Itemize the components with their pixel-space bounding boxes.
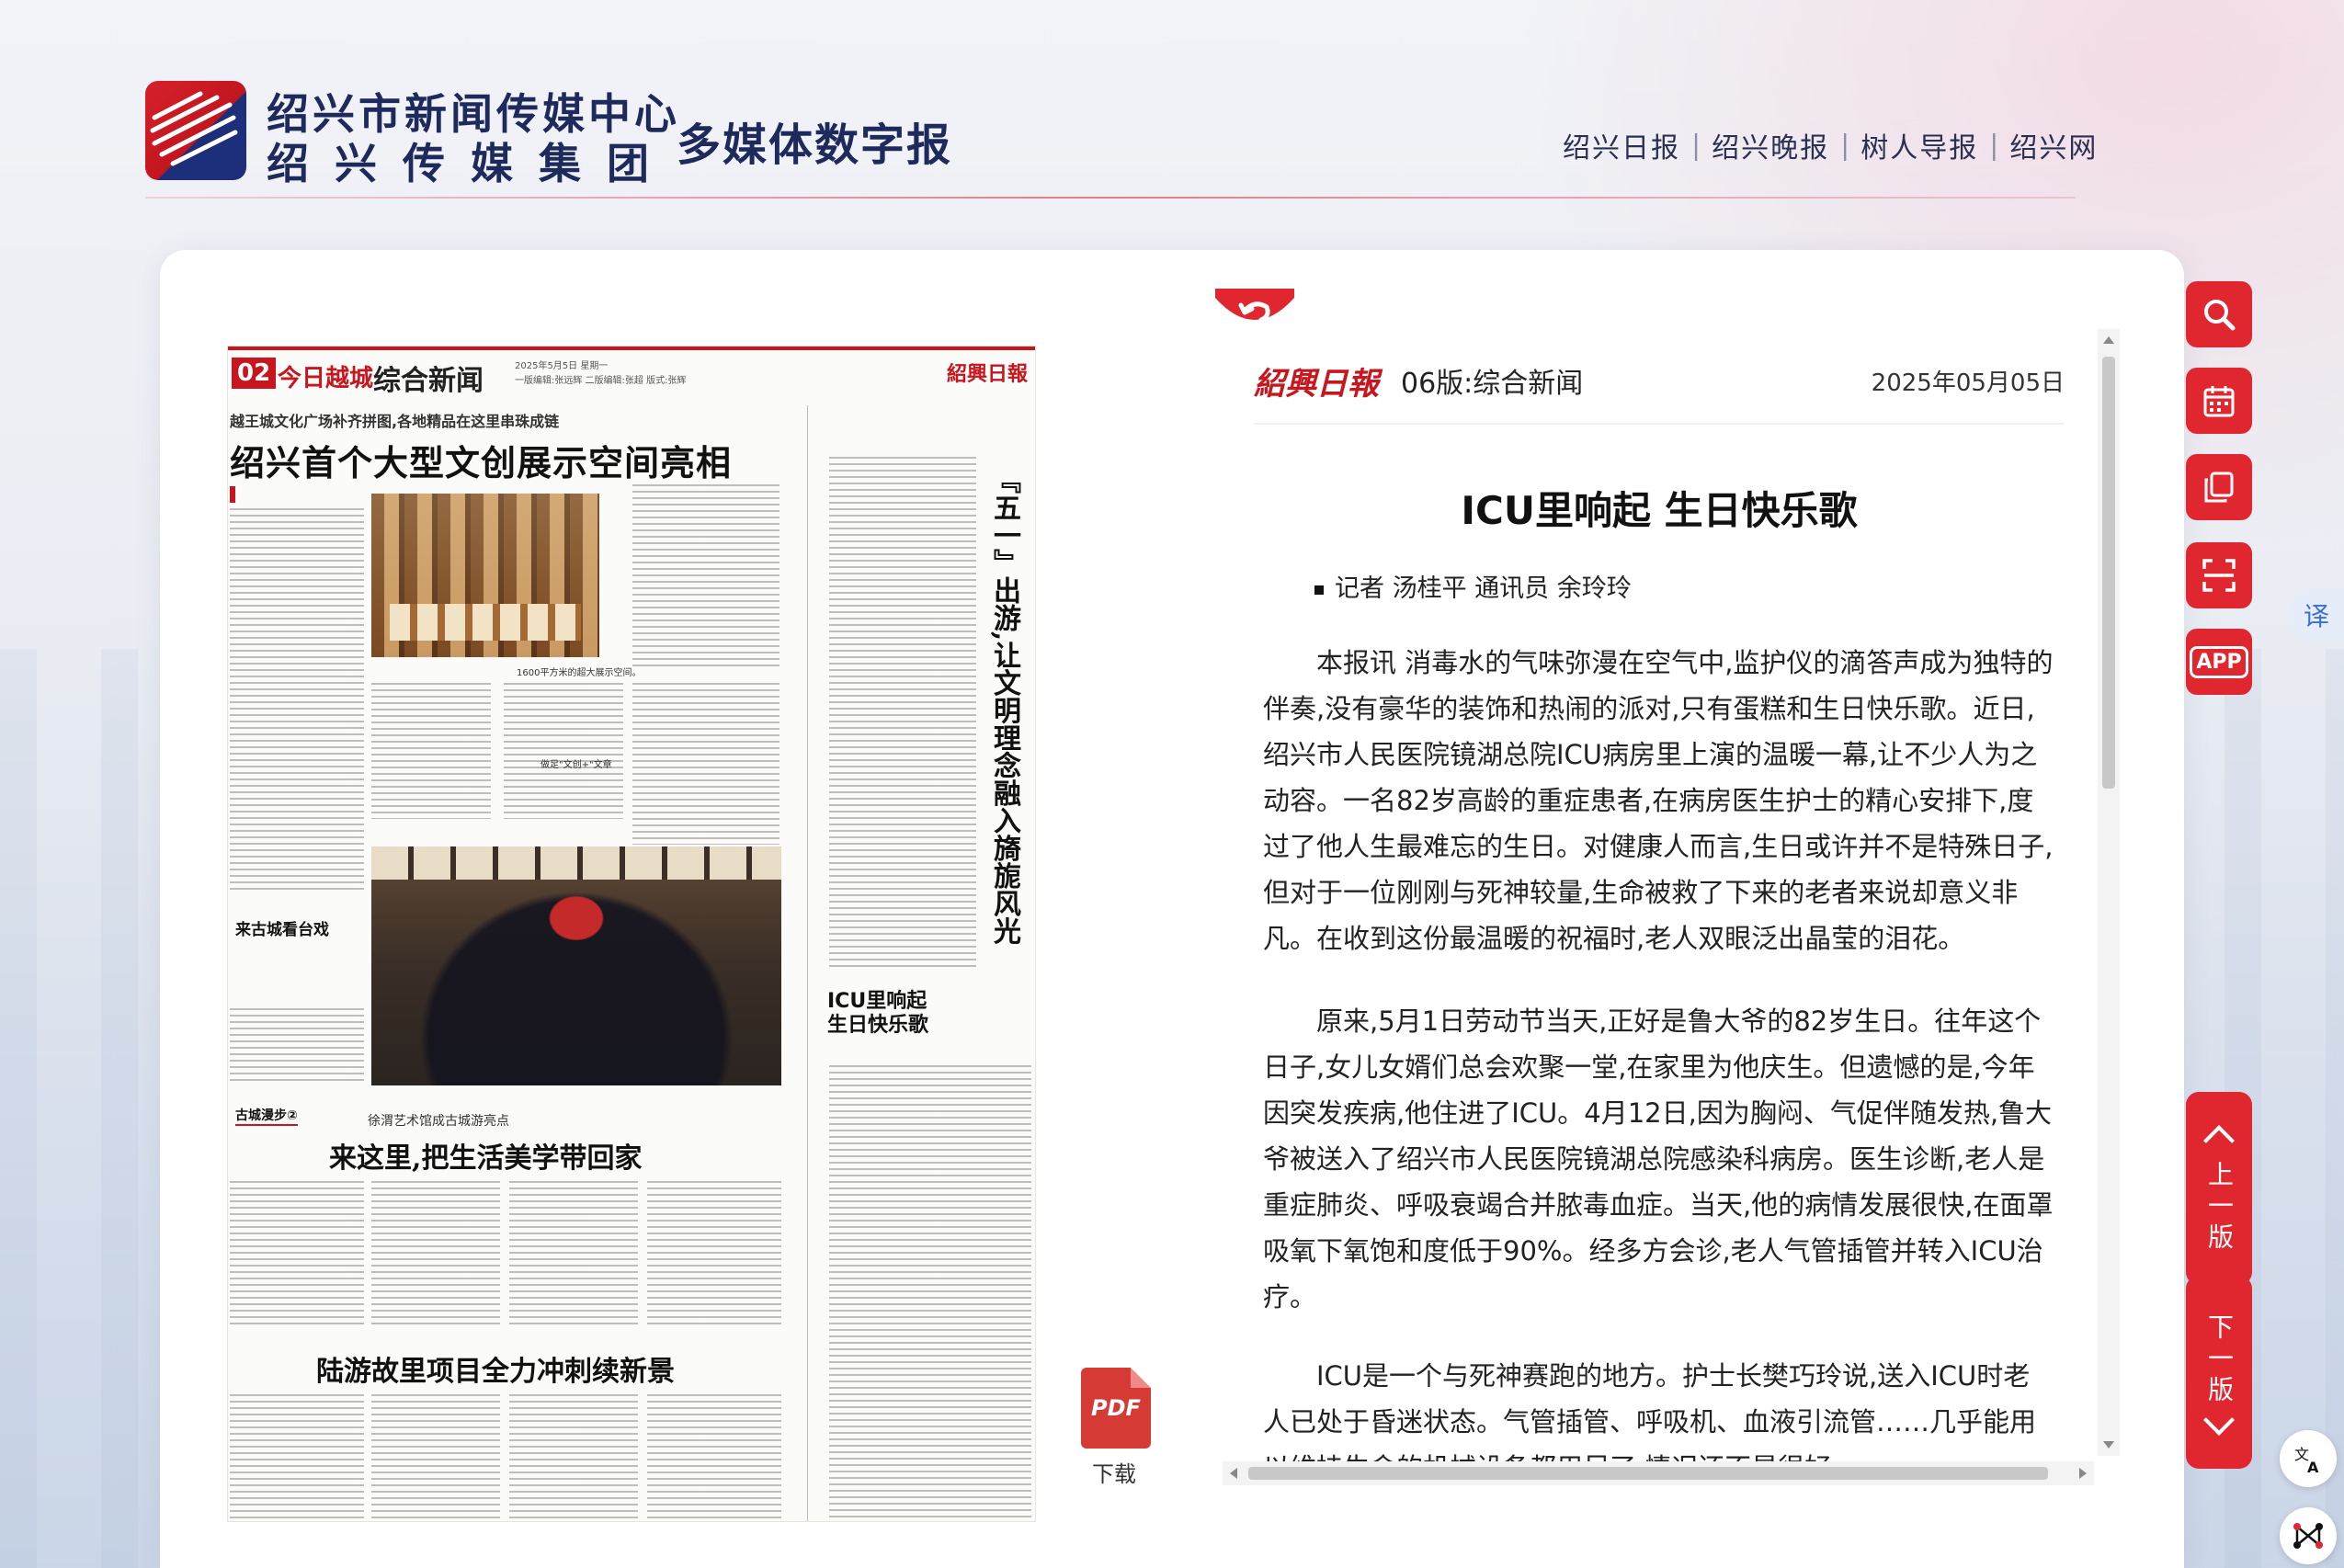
page-section: 综合新闻: [373, 365, 484, 397]
chevron-up-icon: [2203, 1125, 2235, 1156]
top-nav: 绍兴日报 | 绍兴晚报 | 树人导报 | 绍兴网: [1563, 125, 2098, 165]
scan-button[interactable]: [2186, 542, 2252, 608]
article-text-block[interactable]: [647, 1181, 781, 1328]
scroll-up-arrow[interactable]: [2103, 336, 2114, 344]
reader-page-label: 06版:综合新闻: [1401, 368, 1584, 400]
translate-button[interactable]: 译: [2289, 588, 2344, 642]
scroll-thumb[interactable]: [2102, 357, 2115, 789]
article-text-block[interactable]: [632, 484, 779, 668]
reader-date: 2025年05月05日: [1871, 369, 2065, 397]
article-text-block[interactable]: [829, 1065, 1031, 1521]
page-number: 02: [232, 358, 277, 389]
theater-photo[interactable]: [371, 846, 781, 1085]
article-text-block[interactable]: [504, 683, 623, 819]
nav-shaoxing-daily[interactable]: 绍兴日报: [1563, 125, 1680, 165]
nav-shaoxing-web[interactable]: 绍兴网: [2009, 125, 2098, 165]
exhibit-space-photo[interactable]: [371, 494, 599, 657]
article-text-block[interactable]: [371, 1394, 500, 1521]
article-text-block[interactable]: [230, 508, 364, 894]
nav-separator: |: [1840, 129, 1850, 162]
article-text-block[interactable]: [632, 683, 779, 845]
next-page-button[interactable]: 下一版: [2186, 1276, 2252, 1469]
article-paragraph: 本报讯 消毒水的气味弥漫在空气中,监护仪的滴答声成为独特的伴奏,没有豪华的装饰和…: [1263, 647, 2054, 954]
pdf-download-icon[interactable]: PDF: [1081, 1368, 1151, 1449]
column-tag: 古城漫步②: [235, 1106, 298, 1126]
article-headline-culture[interactable]: 绍兴首个大型文创展示空间亮相: [230, 435, 732, 485]
article-subheadline: 越王城文化广场补齐拼图,各地精品在这里串珠成链: [230, 413, 560, 430]
next-page-label: 下一版: [2204, 1313, 2235, 1407]
media-center-logo[interactable]: [145, 81, 246, 180]
pdf-download-label[interactable]: 下载: [1092, 1456, 1136, 1488]
header-divider: [145, 197, 2076, 199]
paper-logo: 紹興日報: [946, 362, 1028, 386]
article-text-block[interactable]: [509, 1394, 638, 1521]
vertical-scrollbar[interactable]: [2098, 329, 2120, 1456]
nav-separator: |: [1989, 129, 1999, 162]
page-brand: 今日越城: [278, 365, 374, 392]
nav-shaoxing-evening[interactable]: 绍兴晚报: [1712, 125, 1829, 165]
newspaper-page[interactable]: 02 今日越城 综合新闻 2025年5月5日 星期一 一版编辑:张远辉 二版编辑…: [227, 346, 1036, 1522]
icu-headline-text: ICU里响起 生日快乐歌: [827, 990, 929, 1037]
page-date: 2025年5月5日 星期一: [515, 361, 609, 371]
scroll-right-arrow[interactable]: [2079, 1468, 2087, 1479]
horizontal-scrollbar[interactable]: [1223, 1461, 2094, 1485]
article-paragraph: 原来,5月1日劳动节当天,正好是鲁大爷的82岁生日。往年这个日子,女儿女婿们总会…: [1263, 1006, 2054, 1312]
nav-separator: |: [1691, 129, 1701, 162]
byline-bullet: [1314, 585, 1324, 595]
article-text-block[interactable]: [230, 1394, 364, 1521]
byline-marker: [230, 486, 235, 503]
photo-caption: 1600平方米的超大展示空间。: [517, 668, 642, 678]
article-text-block[interactable]: [509, 1181, 638, 1328]
calendar-icon: [2203, 386, 2235, 417]
copy-icon: [2204, 472, 2234, 503]
article-text-block[interactable]: [647, 1394, 781, 1521]
side-title: 来古城看台戏: [235, 921, 329, 939]
page-editors: 一版编辑:张远辉 二版编辑:张超 版式:张辉: [515, 376, 687, 386]
app-button[interactable]: APP: [2186, 629, 2252, 695]
page-top-rule: [228, 347, 1035, 350]
reader-header: 紹興日報 06版:综合新闻 2025年05月05日: [1254, 358, 2065, 425]
article-headline-luyou[interactable]: 陆游故里项目全力冲刺续新景: [316, 1348, 675, 1389]
network-share-icon[interactable]: [2280, 1507, 2337, 1564]
section-caption: 做足"文创+"文章: [540, 760, 612, 770]
site-header: 绍兴市新闻传媒中心 绍兴传媒集团 多媒体数字报 绍兴日报 | 绍兴晚报 | 树人…: [0, 0, 2344, 199]
article-headline-civility[interactable]: 『五一』出游,让文明理念融入旖旎风光: [987, 466, 1020, 944]
product-name: 多媒体数字报: [677, 119, 953, 171]
article-content[interactable]: ICU里响起 生日快乐歌 记者 汤桂平 通讯员 余玲玲 本报讯 消毒水的气味弥漫…: [1254, 423, 2065, 1461]
article-text-block[interactable]: [230, 1181, 364, 1328]
prev-page-label: 上一版: [2204, 1161, 2235, 1255]
scroll-thumb[interactable]: [1248, 1467, 2048, 1480]
byline-text: 记者 汤桂平 通讯员 余玲玲: [1335, 574, 1632, 603]
nav-shuren-daobao[interactable]: 树人导报: [1860, 125, 1978, 165]
article-title: ICU里响起 生日快乐歌: [1461, 488, 1858, 533]
chevron-down-icon: [2203, 1404, 2235, 1436]
org-name-secondary: 绍兴传媒集团: [267, 139, 675, 188]
reader-paper-logo: 紹興日報: [1254, 366, 1379, 403]
prev-page-button[interactable]: 上一版: [2186, 1092, 2252, 1285]
article-subheadline-2: 徐渭艺术馆成古城游亮点: [368, 1114, 509, 1129]
scroll-down-arrow[interactable]: [2103, 1441, 2114, 1449]
svg-text:A: A: [2307, 1459, 2319, 1474]
article-text-block[interactable]: [829, 457, 976, 971]
back-button[interactable]: [1215, 285, 1294, 336]
page-meta: 2025年5月5日 星期一 一版编辑:张远辉 二版编辑:张超 版式:张辉: [515, 359, 686, 389]
article-text-block[interactable]: [371, 1181, 500, 1328]
app-icon: APP: [2190, 645, 2248, 678]
article-byline: 记者 汤桂平 通讯员 余玲玲: [1314, 568, 1632, 604]
article-text-block[interactable]: [230, 1008, 364, 1082]
column-divider: [807, 405, 808, 1521]
copy-button[interactable]: [2186, 454, 2252, 520]
calendar-button[interactable]: [2186, 368, 2252, 434]
search-button[interactable]: [2186, 281, 2252, 347]
article-paragraph: ICU是一个与死神赛跑的地方。护士长樊巧玲说,送入ICU时老人已处于昏迷状态。气…: [1263, 1360, 2037, 1461]
article-text-block[interactable]: [371, 683, 491, 819]
article-headline-icu[interactable]: ICU里响起 生日快乐歌: [827, 990, 928, 1038]
article-headline-aesthetics[interactable]: 来这里,把生活美学带回家: [329, 1135, 642, 1176]
scroll-left-arrow[interactable]: [1230, 1468, 1237, 1479]
search-icon: [2204, 300, 2236, 331]
language-toggle-icon[interactable]: 文 A: [2280, 1430, 2337, 1487]
scan-icon: [2202, 559, 2236, 592]
